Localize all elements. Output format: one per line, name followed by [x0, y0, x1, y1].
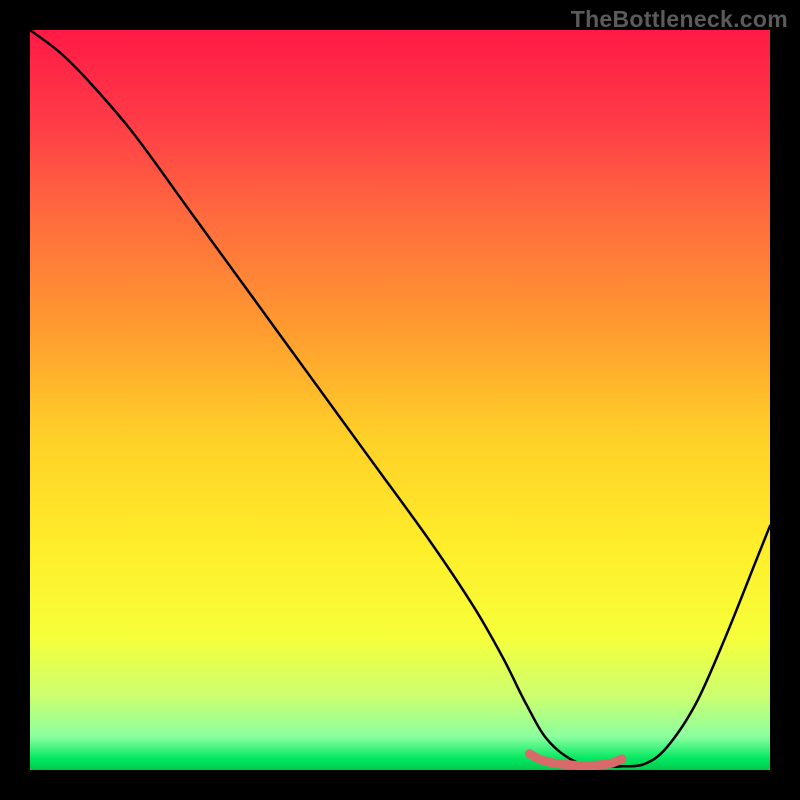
- gradient-background: [30, 30, 770, 770]
- watermark-label: TheBottleneck.com: [571, 6, 788, 33]
- plot-area: [30, 30, 770, 770]
- chart-svg: [30, 30, 770, 770]
- chart-frame: TheBottleneck.com: [0, 0, 800, 800]
